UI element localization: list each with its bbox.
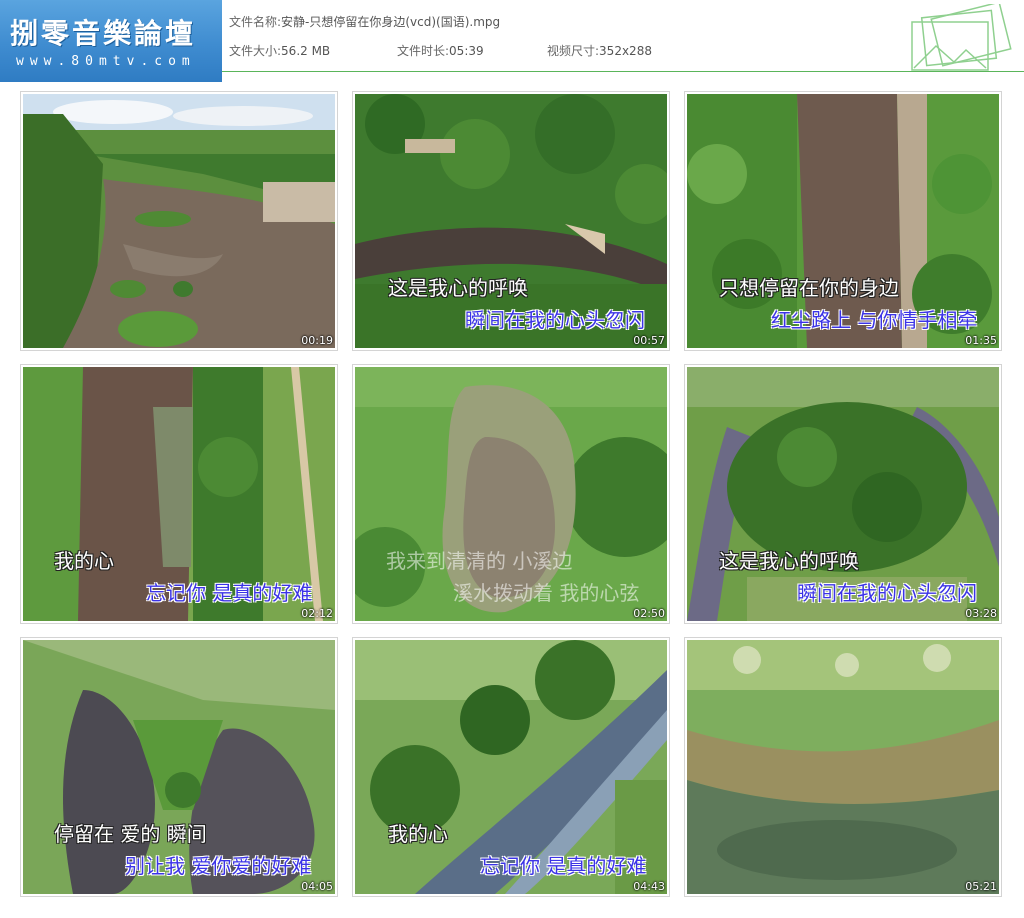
subtitle-line-1: 这是我心的呼唤 (719, 549, 859, 573)
video-dims-row: 视频尺寸:352x288 (547, 42, 652, 59)
thumbnail-3[interactable]: 只想停留在你的身边 红尘路上 与你情手相牵 01:35 (684, 91, 1002, 351)
subtitle-line-2: 别让我 爱你爱的好难 (125, 854, 312, 878)
thumbnail-6[interactable]: 这是我心的呼唤 瞬间在我的心头忽闪 03:28 (684, 364, 1002, 624)
thumbnail-7[interactable]: 停留在 爱的 瞬间 别让我 爱你爱的好难 04:05 (20, 637, 338, 897)
timestamp: 05:21 (965, 880, 997, 893)
subtitle-line-2: 忘记你 是真的好难 (146, 581, 313, 605)
file-name-value: 安静-只想停留在你身边(vcd)(国语).mpg (281, 15, 501, 29)
file-name-row: 文件名称:安静-只想停留在你身边(vcd)(国语).mpg (229, 13, 500, 30)
thumbnail-2[interactable]: 这是我心的呼唤 瞬间在我的心头忽闪 00:57 (352, 91, 670, 351)
thumbnail-9[interactable]: 05:21 (684, 637, 1002, 897)
thumbnail-grid: 00:19 这是我心的呼唤 瞬间在我的心头忽闪 00:57 只想停留在你的身边 … (20, 91, 1004, 899)
timestamp: 03:28 (965, 607, 997, 620)
logo-url: www.80mtv.com (16, 54, 196, 69)
thumbnail-4[interactable]: 我的心 忘记你 是真的好难 02:12 (20, 364, 338, 624)
timestamp: 00:19 (301, 334, 333, 347)
subtitle-line-2: 忘记你 是真的好难 (480, 854, 647, 878)
file-size-value: 56.2 MB (281, 44, 331, 58)
file-duration-row: 文件时长:05:39 (397, 42, 484, 59)
file-size-row: 文件大小:56.2 MB (229, 42, 330, 59)
subtitle-line-2: 瞬间在我的心头忽闪 (465, 308, 645, 332)
photo-stack-icon (911, 4, 1012, 71)
subtitle-line-2: 瞬间在我的心头忽闪 (797, 581, 977, 605)
thumbnail-1[interactable]: 00:19 (20, 91, 338, 351)
video-frame (23, 94, 335, 348)
timestamp: 00:57 (633, 334, 665, 347)
subtitle-line-1: 我的心 (388, 822, 448, 846)
video-dims-value: 352x288 (599, 44, 652, 58)
subtitle-line-2: 溪水拨动着 我的心弦 (453, 581, 640, 605)
thumbnail-5[interactable]: 我来到清清的 小溪边 溪水拨动着 我的心弦 02:50 (352, 364, 670, 624)
subtitle-line-1: 这是我心的呼唤 (388, 276, 528, 300)
site-logo: 捌零音樂論壇 www.80mtv.com (0, 0, 222, 82)
file-name-label: 文件名称: (229, 15, 282, 29)
logo-title: 捌零音樂論壇 (10, 17, 197, 50)
subtitle-line-1: 我的心 (54, 549, 114, 573)
file-duration-value: 05:39 (449, 44, 484, 58)
timestamp: 04:05 (301, 880, 333, 893)
file-size-label: 文件大小: (229, 44, 282, 58)
timestamp: 02:50 (633, 607, 665, 620)
timestamp: 02:12 (301, 607, 333, 620)
video-dims-label: 视频尺寸: (547, 44, 600, 58)
file-duration-label: 文件时长: (397, 44, 450, 58)
timestamp: 04:43 (633, 880, 665, 893)
header-divider (222, 71, 1024, 72)
thumbnail-8[interactable]: 我的心 忘记你 是真的好难 04:43 (352, 637, 670, 897)
subtitle-line-1: 只想停留在你的身边 (719, 276, 899, 300)
timestamp: 01:35 (965, 334, 997, 347)
video-frame (687, 640, 999, 894)
subtitle-line-1: 停留在 爱的 瞬间 (54, 822, 207, 846)
subtitle-line-1: 我来到清清的 小溪边 (386, 549, 573, 573)
subtitle-line-2: 红尘路上 与你情手相牵 (771, 308, 978, 332)
